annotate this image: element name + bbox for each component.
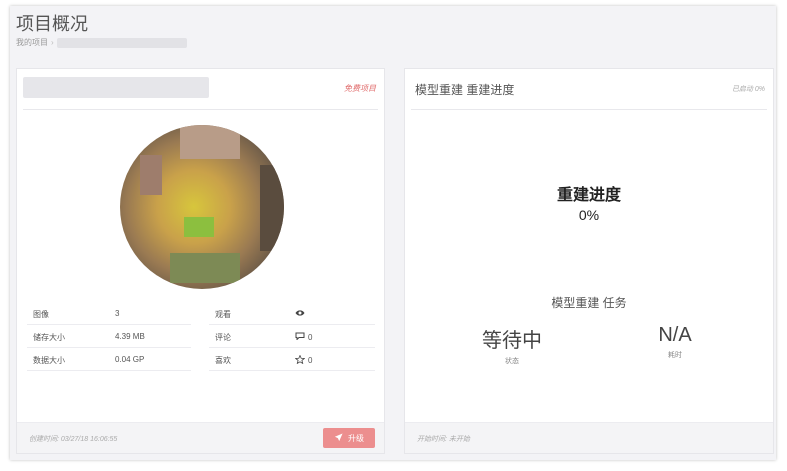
page-title: 项目概况	[16, 14, 88, 34]
task-duration: N/A 耗时	[605, 324, 745, 360]
stat-row-data-size: 数据大小 0.04 GP	[27, 348, 191, 371]
duration-value: N/A	[658, 324, 692, 346]
start-time: 开始时间: 未开始	[417, 436, 470, 443]
stat-label: 数据大小	[33, 356, 65, 365]
app-window: 项目概况 我的项目 › 免费项目 图像 3 储存大小 4.39 MB 数据大小 …	[10, 6, 776, 460]
stat-label: 评论	[215, 333, 231, 342]
comment-icon[interactable]	[295, 332, 305, 342]
rebuild-card: 模型重建 重建进度 已启动 0% 重建进度 0% 模型重建 任务 等待中 状态 …	[404, 68, 774, 454]
progress-label: 重建进度	[556, 187, 621, 204]
project-card-header: 免费项目	[23, 69, 378, 110]
likes-count: 0	[308, 356, 313, 365]
project-card-footer: 创建时间: 03/27/18 16:06:55 升级	[17, 422, 384, 453]
stat-label: 图像	[33, 310, 49, 319]
project-thumbnail[interactable]	[120, 125, 284, 289]
stat-row-comments: 评论 0	[209, 325, 375, 348]
task-title: 模型重建 任务	[551, 296, 627, 310]
stat-row-storage: 储存大小 4.39 MB	[27, 325, 191, 348]
stat-value: 4.39 MB	[115, 332, 145, 341]
rebuild-card-footer: 开始时间: 未开始	[405, 422, 773, 453]
star-icon[interactable]	[294, 354, 306, 366]
free-project-tag: 免费项目	[344, 84, 376, 93]
project-card: 免费项目 图像 3 储存大小 4.39 MB 数据大小 0.04 GP 观看 评…	[16, 68, 385, 454]
started-status: 已启动 0%	[731, 86, 765, 93]
eye-icon	[295, 309, 305, 319]
rebuild-card-header: 模型重建 重建进度 已启动 0%	[411, 69, 767, 110]
stat-label: 喜欢	[215, 356, 231, 365]
upgrade-label: 升级	[348, 433, 364, 443]
status-value: 等待中	[482, 330, 542, 352]
created-time: 创建时间: 03/27/18 16:06:55	[29, 436, 118, 443]
stat-label: 储存大小	[33, 333, 65, 342]
stat-label: 观看	[215, 310, 231, 319]
task-status: 等待中 状态	[442, 324, 582, 366]
stat-value: 0.04 GP	[115, 355, 145, 364]
stat-row-views: 观看	[209, 302, 375, 325]
project-name	[23, 77, 209, 98]
stat-value: 3	[115, 309, 120, 318]
breadcrumb-project-name	[56, 37, 187, 48]
comments-count: 0	[308, 332, 313, 342]
breadcrumb-separator: ›	[51, 38, 54, 47]
status-label: 状态	[505, 358, 519, 365]
duration-label: 耗时	[668, 352, 682, 359]
rocket-icon	[334, 432, 343, 444]
breadcrumb: 我的项目 ›	[16, 37, 187, 48]
stat-row-likes: 喜欢 0	[209, 348, 375, 371]
breadcrumb-root-link[interactable]: 我的项目	[16, 37, 48, 48]
progress-value: 0%	[578, 207, 600, 223]
upgrade-button[interactable]: 升级	[323, 428, 375, 448]
stat-row-images: 图像 3	[27, 302, 191, 325]
rebuild-card-title: 模型重建 重建进度	[415, 83, 515, 97]
